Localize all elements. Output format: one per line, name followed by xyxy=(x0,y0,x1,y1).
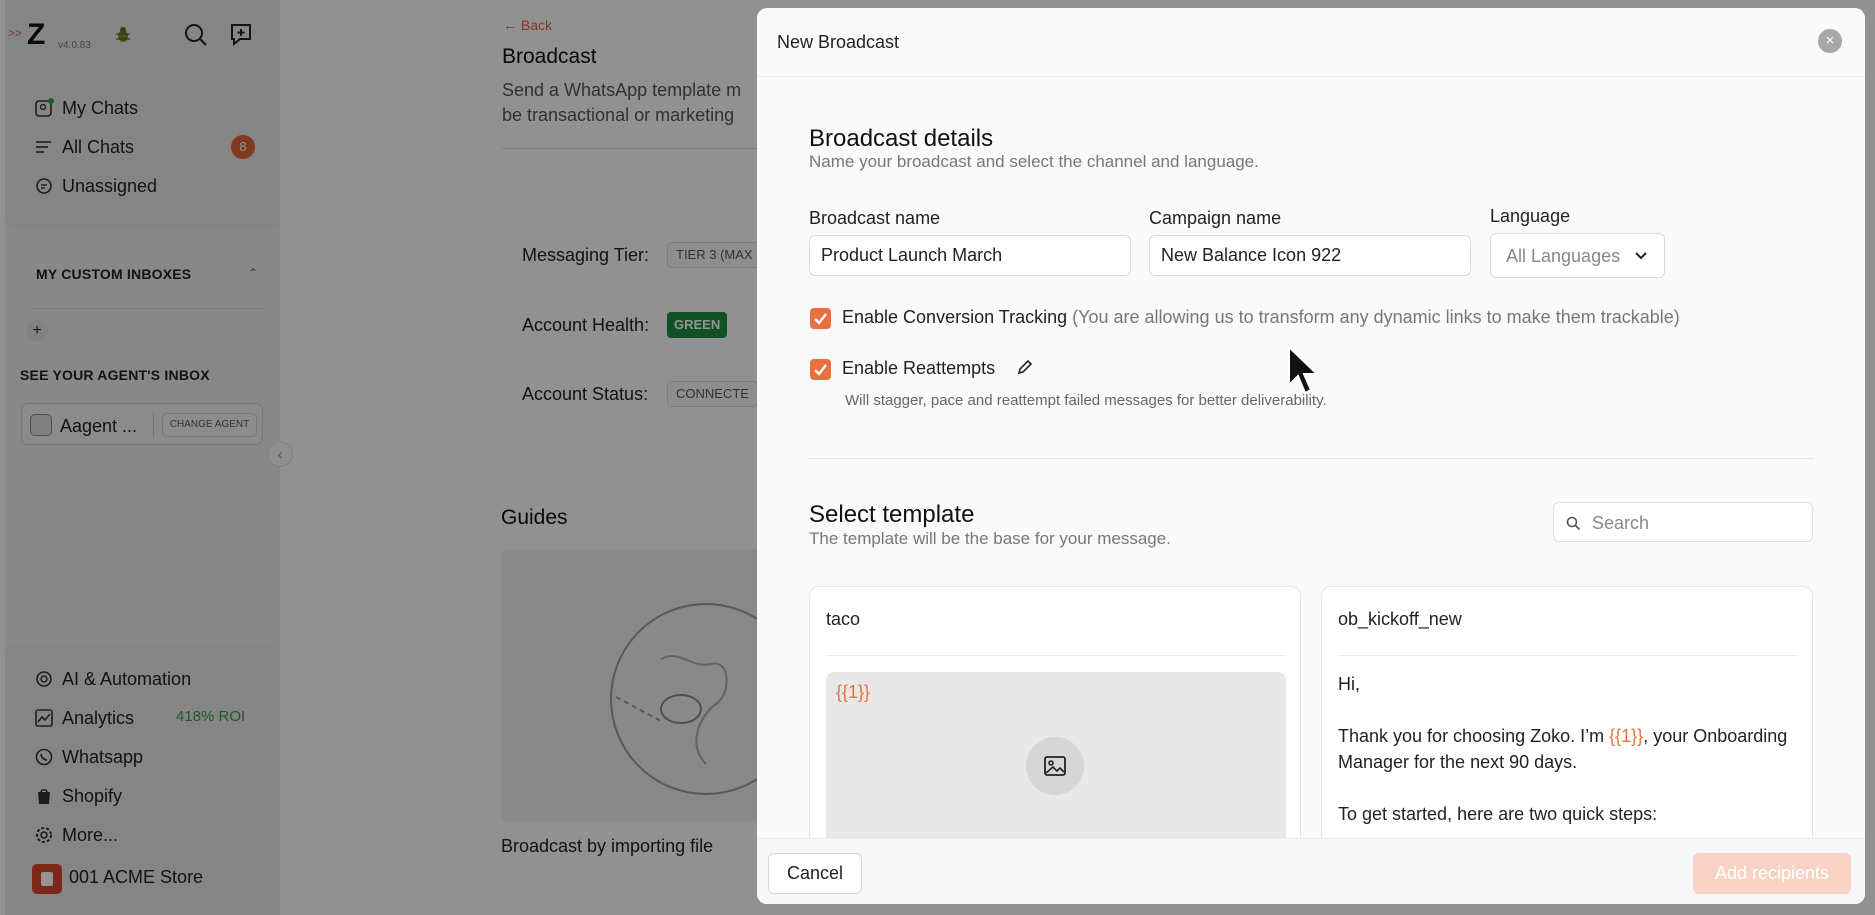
edit-pencil-icon[interactable] xyxy=(1016,358,1034,376)
add-recipients-button[interactable]: Add recipients xyxy=(1693,853,1851,894)
image-placeholder xyxy=(1026,737,1084,795)
cancel-button[interactable]: Cancel xyxy=(768,853,862,894)
template-text: Thank you for choosing Zoko. I’m xyxy=(1338,726,1610,746)
language-select[interactable]: All Languages xyxy=(1490,233,1665,278)
campaign-name-input[interactable] xyxy=(1149,235,1471,276)
modal-footer: Cancel Add recipients xyxy=(757,838,1865,904)
template-body: Hi, Thank you for choosing Zoko. I’m {{1… xyxy=(1338,671,1798,853)
mouse-pointer-icon xyxy=(1288,345,1320,395)
template-line: Hi, xyxy=(1338,674,1360,694)
modal-title: New Broadcast xyxy=(777,32,900,52)
search-icon xyxy=(1566,516,1581,531)
details-title: Broadcast details xyxy=(809,125,994,152)
chevron-down-icon xyxy=(1635,252,1647,260)
template-subtitle: The template will be the base for your m… xyxy=(809,529,1171,548)
reattempts-help: Will stagger, pace and reattempt failed … xyxy=(845,392,1327,409)
new-broadcast-modal: New Broadcast × Broadcast details Name y… xyxy=(757,8,1865,904)
template-variable: {{1}} xyxy=(836,682,871,702)
close-button[interactable]: × xyxy=(1818,29,1842,53)
template-name: taco xyxy=(826,609,861,629)
conversion-tracking-label: Enable Conversion Tracking (You are allo… xyxy=(842,307,1680,328)
conversion-tracking-checkbox[interactable] xyxy=(810,308,831,329)
divider xyxy=(826,655,1286,656)
divider xyxy=(1338,655,1798,656)
template-variable: {{1}} xyxy=(1609,726,1644,746)
language-value: All Languages xyxy=(1506,246,1621,266)
broadcast-name-label: Broadcast name xyxy=(809,208,941,228)
campaign-name-label: Campaign name xyxy=(1149,208,1282,228)
modal-header: New Broadcast × xyxy=(757,8,1865,77)
template-name: ob_kickoff_new xyxy=(1338,609,1462,629)
template-title: Select template xyxy=(809,501,975,528)
check-icon xyxy=(814,313,827,325)
conversion-tracking-note: (You are allowing us to transform any dy… xyxy=(1072,307,1680,327)
template-line: To get started, here are two quick steps… xyxy=(1338,804,1658,824)
divider xyxy=(809,458,1814,459)
template-search xyxy=(1553,502,1813,542)
reattempts-checkbox[interactable] xyxy=(810,359,831,380)
broadcast-name-input[interactable] xyxy=(809,235,1131,276)
template-search-input[interactable] xyxy=(1592,509,1802,537)
language-label: Language xyxy=(1490,206,1571,226)
template-line: Thank you for choosing Zoko. I’m {{1}}, … xyxy=(1338,723,1798,775)
check-icon xyxy=(814,364,827,376)
details-subtitle: Name your broadcast and select the chann… xyxy=(809,152,1259,171)
image-icon xyxy=(1044,756,1066,776)
reattempts-label: Enable Reattempts xyxy=(842,358,996,378)
conversion-tracking-text: Enable Conversion Tracking xyxy=(842,307,1068,327)
